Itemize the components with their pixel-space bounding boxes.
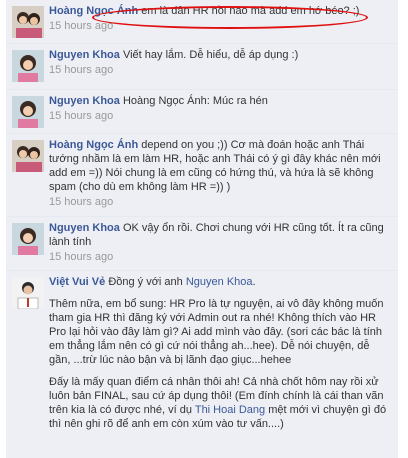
avatar[interactable] — [12, 6, 44, 38]
comment-body: Nguyen Khoa Viết hay lắm. Dễ hiểu, dễ áp… — [49, 48, 392, 77]
avatar-two-girls-photo-icon — [12, 6, 44, 38]
avatar-girl-photo-icon — [12, 96, 44, 128]
comment-timestamp[interactable]: 15 hours ago — [49, 63, 392, 77]
comment-feed: Hoàng Ngọc Ánh em là dân HR hồi nào mà a… — [0, 0, 408, 458]
comment-item: Nguyen Khoa Hoàng Ngọc Ánh: Múc ra hén 1… — [6, 90, 398, 133]
mention-link[interactable]: Thi Hoai Dang — [195, 404, 265, 416]
comment-body: Hoàng Ngọc Ánh em là dân HR hồi nào mà a… — [49, 4, 392, 33]
comment-text: em là dân HR hồi nào mà add em hớ béo? ;… — [141, 5, 360, 17]
comment-body: Nguyen Khoa Hoàng Ngọc Ánh: Múc ra hén 1… — [49, 94, 392, 123]
comment-author-link[interactable]: Hoàng Ngọc Ánh — [49, 139, 138, 151]
comment-author-link[interactable]: Nguyen Khoa — [49, 95, 120, 107]
comment-paragraph: Đấy là mấy quan điểm cá nhân thôi ah! Cả… — [49, 375, 392, 431]
comment-text: Viết hay lắm. Dễ hiểu, dễ áp dụng :) — [122, 49, 299, 61]
comment-author-link[interactable]: Nguyen Khoa — [49, 222, 120, 234]
avatar-man-photo-icon — [12, 277, 44, 309]
comment-body: Việt Vui Vẻ Đồng ý với anh Nguyen Khoa. … — [49, 275, 392, 439]
avatar[interactable] — [12, 96, 44, 128]
avatar[interactable] — [12, 50, 44, 82]
comment-item: Hoàng Ngọc Ánh em là dân HR hồi nào mà a… — [6, 0, 398, 43]
avatar[interactable] — [12, 140, 44, 172]
comment-timestamp[interactable]: 15 hours ago — [49, 19, 392, 33]
comment-text: . — [252, 276, 256, 288]
comment-item: Nguyen Khoa Viết hay lắm. Dễ hiểu, dễ áp… — [6, 44, 398, 89]
comment-author-link[interactable]: Việt Vui Vẻ — [49, 276, 105, 288]
avatar-girl-photo-icon — [12, 50, 44, 82]
comment-body: Hoàng Ngọc Ánh depend on you ;)) Cơ mà đ… — [49, 138, 392, 209]
comment-item: Việt Vui Vẻ Đồng ý với anh Nguyen Khoa. … — [6, 271, 398, 458]
avatar[interactable] — [12, 223, 44, 255]
comment-author-link[interactable]: Hoàng Ngọc Ánh — [49, 5, 138, 17]
avatar[interactable] — [12, 277, 44, 309]
comment-author-link[interactable]: Nguyen Khoa — [49, 49, 120, 61]
comment-text: Hoàng Ngọc Ánh: Múc ra hén — [122, 95, 268, 107]
comment-body: Nguyen Khoa OK vậy ổn rồi. Chơi chung vớ… — [49, 221, 392, 264]
comment-timestamp[interactable]: 15 hours ago — [49, 250, 392, 264]
comment-item: Nguyen Khoa OK vậy ổn rồi. Chơi chung vớ… — [6, 217, 398, 270]
avatar-two-girls-photo-icon — [12, 140, 44, 172]
mention-link[interactable]: Nguyen Khoa — [186, 276, 253, 288]
comment-timestamp[interactable]: 15 hours ago — [49, 109, 392, 123]
comment-item: Hoàng Ngọc Ánh depend on you ;)) Cơ mà đ… — [6, 134, 398, 216]
comment-text: Đồng ý với anh — [108, 276, 183, 288]
comment-timestamp[interactable]: 15 hours ago — [49, 195, 392, 209]
avatar-girl-photo-icon — [12, 223, 44, 255]
comment-first-line: Việt Vui Vẻ Đồng ý với anh Nguyen Khoa. — [49, 275, 392, 289]
comment-paragraph: Thêm nữa, em bổ sung: HR Pro là tự nguyệ… — [49, 298, 384, 366]
